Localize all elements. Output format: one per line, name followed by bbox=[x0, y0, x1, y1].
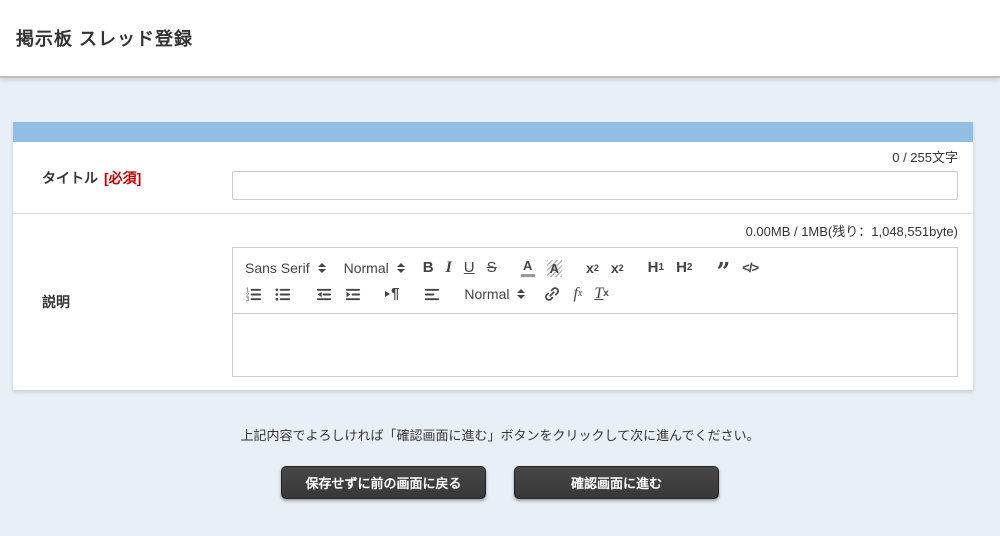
page-title: 掲示板 スレッド登録 bbox=[16, 25, 193, 51]
bullet-list-button[interactable] bbox=[274, 286, 291, 303]
proceed-button[interactable]: 確認画面に進む bbox=[514, 466, 719, 499]
font-family-picker[interactable]: Sans Serif bbox=[245, 260, 326, 276]
title-field-cell: 0 / 255文字 bbox=[232, 142, 973, 213]
font-family-value: Sans Serif bbox=[245, 260, 310, 276]
description-row: 説明 0.00MB / 1MB(残り：1,048,551byte) Sans S… bbox=[13, 213, 973, 390]
clean-format-icon: T bbox=[594, 285, 603, 303]
heading-value: Normal bbox=[344, 260, 389, 276]
picker-arrows-icon bbox=[318, 263, 326, 273]
heading-picker[interactable]: Normal bbox=[344, 260, 405, 276]
toolbar-row-1: Sans Serif Normal bbox=[245, 255, 945, 281]
picker-arrows-icon bbox=[397, 263, 405, 273]
formula-button[interactable]: fx bbox=[573, 285, 582, 303]
ordered-list-icon: 123 bbox=[245, 286, 262, 303]
bold-button[interactable]: B bbox=[423, 259, 434, 277]
title-char-counter: 0 / 255文字 bbox=[232, 148, 958, 171]
form-panel: タイトル [必須] 0 / 255文字 説明 0.00MB / 1MB(残り：1… bbox=[13, 122, 973, 390]
back-button[interactable]: 保存せずに前の画面に戻る bbox=[281, 466, 486, 499]
editor-content-area[interactable] bbox=[233, 314, 957, 376]
size-value: Normal bbox=[464, 286, 509, 302]
description-label: 説明 bbox=[42, 292, 70, 312]
toolbar-row-2: 123 bbox=[245, 281, 945, 307]
indent-button[interactable] bbox=[344, 286, 361, 303]
text-color-icon: A bbox=[523, 259, 532, 272]
background-color-button[interactable]: A bbox=[547, 260, 562, 277]
blockquote-button[interactable]: ” bbox=[716, 267, 730, 277]
text-color-button[interactable]: A bbox=[521, 259, 535, 277]
align-left-icon bbox=[423, 286, 440, 303]
size-picker[interactable]: Normal bbox=[464, 286, 525, 302]
outdent-button[interactable] bbox=[315, 286, 332, 303]
description-field-cell: 0.00MB / 1MB(残り：1,048,551byte) Sans Seri… bbox=[232, 214, 973, 390]
title-input[interactable] bbox=[232, 171, 958, 200]
outdent-icon bbox=[315, 286, 332, 303]
code-block-button[interactable]: </> bbox=[742, 259, 758, 277]
underline-button[interactable]: U bbox=[464, 259, 475, 277]
ordered-list-button[interactable]: 123 bbox=[245, 286, 262, 303]
rich-text-editor: Sans Serif Normal bbox=[232, 247, 958, 377]
editor-toolbar: Sans Serif Normal bbox=[233, 248, 957, 314]
main-content: タイトル [必須] 0 / 255文字 説明 0.00MB / 1MB(残り：1… bbox=[0, 122, 1000, 499]
action-buttons: 保存せずに前の画面に戻る 確認画面に進む bbox=[0, 466, 1000, 499]
subscript-button[interactable]: x2 bbox=[586, 259, 599, 277]
link-icon bbox=[543, 285, 561, 303]
bullet-list-icon bbox=[274, 286, 291, 303]
title-label-cell: タイトル [必須] bbox=[13, 142, 232, 213]
panel-accent-bar bbox=[13, 122, 973, 142]
svg-text:3: 3 bbox=[246, 297, 249, 303]
header-2-button[interactable]: H2 bbox=[676, 259, 692, 277]
instruction-text: 上記内容でよろしければ「確認画面に進む」ボタンをクリックして次に進んでください。 bbox=[0, 425, 1000, 444]
link-button[interactable] bbox=[543, 285, 561, 303]
text-direction-button[interactable]: ¶ bbox=[385, 285, 399, 303]
title-row: タイトル [必須] 0 / 255文字 bbox=[13, 142, 973, 213]
clean-format-button[interactable]: Tx bbox=[594, 285, 608, 303]
indent-icon bbox=[344, 286, 361, 303]
size-counter: 0.00MB / 1MB(残り：1,048,551byte) bbox=[232, 222, 958, 245]
picker-arrows-icon bbox=[517, 289, 525, 299]
italic-button[interactable]: I bbox=[446, 259, 452, 277]
required-badge: [必須] bbox=[104, 168, 141, 188]
align-button[interactable] bbox=[423, 286, 440, 303]
text-direction-icon bbox=[385, 291, 390, 297]
background-color-icon: A bbox=[547, 260, 562, 277]
strike-button[interactable]: S bbox=[487, 259, 497, 277]
header-1-button[interactable]: H1 bbox=[648, 259, 664, 277]
description-label-cell: 説明 bbox=[13, 214, 232, 390]
page-header: 掲示板 スレッド登録 bbox=[0, 0, 1000, 78]
title-label: タイトル bbox=[42, 168, 98, 188]
superscript-button[interactable]: x2 bbox=[611, 259, 624, 277]
